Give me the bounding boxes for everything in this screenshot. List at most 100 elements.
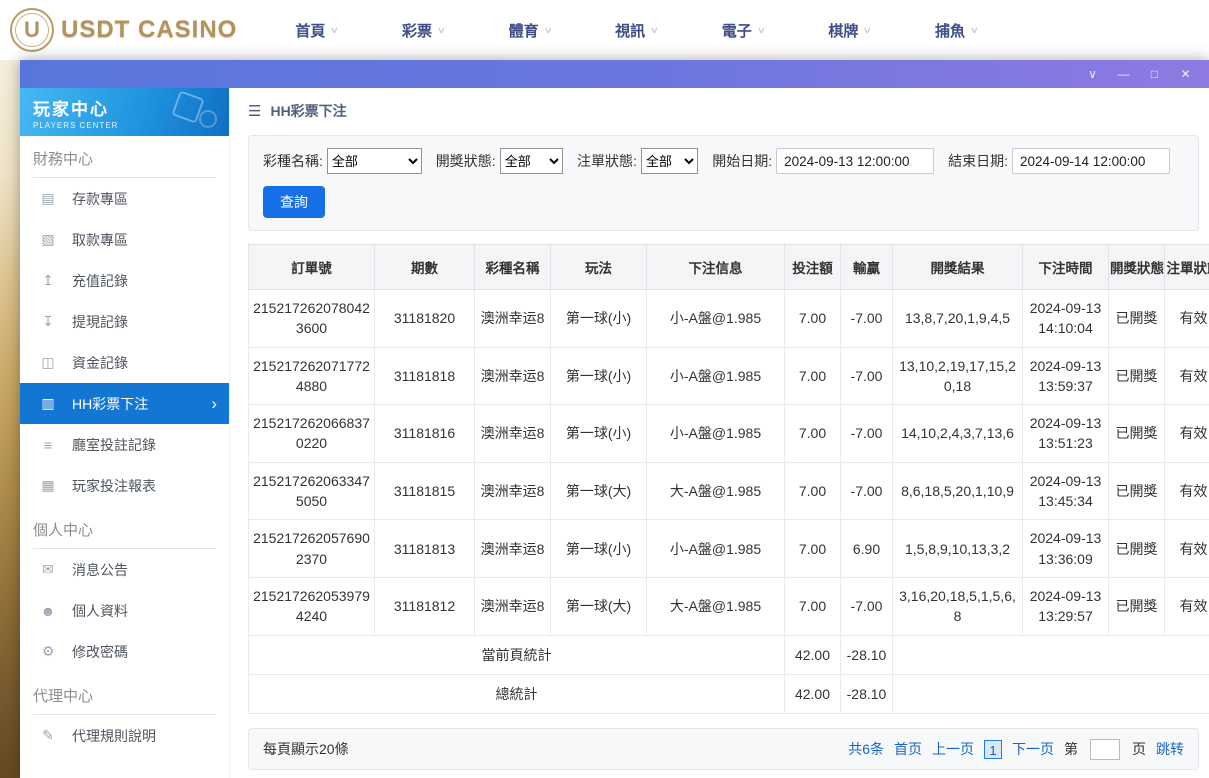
lottery-bet-icon: ▥ [39,395,57,412]
window-chevron-icon[interactable]: ∨ [1077,60,1108,88]
nav-item-label: 體育 [509,20,539,41]
window-maximize-icon[interactable]: □ [1139,60,1170,88]
pager: 共6条 首页 上一页 1 下一页 第 页 跳转 [848,739,1184,760]
cell-lottery-name: 澳洲幸运8 [475,405,551,463]
summary-row: 總統計42.00-28.10 [249,674,1209,713]
sidebar-item-label: 存款專區 [72,189,217,209]
jump-button[interactable]: 跳转 [1156,739,1184,759]
col-header-lottery-name: 彩種名稱 [475,245,551,290]
draw-status-label: 開獎狀態: [436,151,496,171]
cell-bet-info: 小-A盤@1.985 [647,290,785,348]
sidebar-item-bell[interactable]: ✉消息公告 [20,549,229,590]
cell-period: 31181816 [375,405,475,463]
cell-lottery-name: 澳洲幸运8 [475,290,551,348]
total-count: 共6条 [848,739,884,759]
next-page-link[interactable]: 下一页 [1012,739,1054,759]
summary-label: 當前頁統計 [249,635,785,674]
nav-item-5[interactable]: 電子∨ [722,20,765,41]
menu-icon[interactable]: ☰ [248,102,261,120]
col-header-draw-status: 開獎狀態 [1109,245,1165,290]
funds-record-icon: ◫ [39,354,57,371]
col-header-bet-info: 下注信息 [647,245,785,290]
sidebar-item-deposit[interactable]: ▤ 存款專區 [20,178,229,219]
jump-page-input[interactable] [1090,739,1120,760]
draw-status-select[interactable]: 全部 [500,148,563,174]
recharge-record-icon: ↥ [39,272,57,289]
sidebar: 玩家中心 PLAYERS CENTER 財務中心▤存款專區▧取款專區↥充值記錄↧… [20,88,230,778]
logo[interactable]: U USDT CASINO [10,8,237,52]
chevron-down-icon: ∨ [330,25,340,36]
end-date-input[interactable] [1012,148,1170,174]
page: U USDT CASINO 首頁∨彩票∨體育∨視訊∨電子∨棋牌∨捕魚∨ ∨ — … [0,0,1209,60]
window-close-icon[interactable]: ✕ [1170,60,1201,88]
deposit-icon: ▤ [39,190,57,207]
page-header: ☰ HH彩票下注 [230,88,1209,125]
end-date-label: 結束日期: [948,151,1008,171]
cell-period: 31181812 [375,577,475,635]
sidebar-item-document[interactable]: ✎代理規則說明 [20,715,229,756]
cell-lottery-name: 澳洲幸运8 [475,577,551,635]
sidebar-item-label: 修改密碼 [72,642,217,662]
cell-win-loss: -7.00 [841,577,893,635]
order-status-select[interactable]: 全部 [641,148,698,174]
table-body: 215217262078042360031181820澳洲幸运8第一球(小)小-… [249,290,1209,714]
window-titlebar: ∨ — □ ✕ [20,60,1209,88]
cell-bet-amount: 7.00 [785,577,841,635]
cell-order-id: 2152172620539794240 [249,577,375,635]
nav-item-4[interactable]: 視訊∨ [615,20,658,41]
summary-win-loss: -28.10 [841,674,893,713]
nav-item-3[interactable]: 體育∨ [509,20,552,41]
chevron-down-icon: ∨ [969,25,979,36]
cell-draw-result: 3,16,20,18,5,1,5,6,8 [893,577,1023,635]
start-date-label: 開始日期: [712,151,772,171]
cell-period: 31181818 [375,347,475,405]
cell-bet-info: 小-A盤@1.985 [647,405,785,463]
cell-period: 31181820 [375,290,475,348]
sidebar-item-gear[interactable]: ⚙ 修改密碼 [20,631,229,672]
nav-item-1[interactable]: 首頁∨ [295,20,338,41]
sidebar-item-recharge-record[interactable]: ↥充值記錄 [20,260,229,301]
start-date-input[interactable] [776,148,934,174]
cell-play-type: 第一球(小) [551,347,647,405]
nav-item-6[interactable]: 棋牌 ∨ [828,20,871,41]
col-header-order-id: 訂單號 [249,245,375,290]
nav-item-2[interactable]: 彩票∨ [402,20,445,41]
nav-item-7[interactable]: 捕魚∨ [935,20,978,41]
sidebar-item-label: 代理規則說明 [72,726,217,746]
search-button[interactable]: 查詢 [263,186,325,218]
nav-item-label: 棋牌 [828,20,858,41]
sidebar-subtitle: PLAYERS CENTER [33,121,229,130]
prev-page-link[interactable]: 上一页 [932,739,974,759]
cell-bet-time: 2024-09-13 13:59:37 [1023,347,1109,405]
gear-icon: ⚙ [39,643,57,660]
summary-label: 總統計 [249,674,785,713]
logo-text: USDT CASINO [61,16,237,44]
chevron-down-icon: ∨ [863,25,873,36]
first-page-link[interactable]: 首页 [894,739,922,759]
sidebar-item-label: 廳室投註記錄 [72,435,217,455]
cell-order-status: 有效 [1165,347,1209,405]
cell-bet-time: 2024-09-13 14:10:04 [1023,290,1109,348]
lottery-name-label: 彩種名稱: [263,151,323,171]
sidebar-item-lottery-bet[interactable]: ▥HH彩票下注› [20,383,229,424]
sidebar-item-withdraw-record[interactable]: ↧提現記錄 [20,301,229,342]
col-header-bet-amount: 投注額 [785,245,841,290]
cell-order-id: 2152172620576902370 [249,520,375,578]
sidebar-item-player-report[interactable]: ▦玩家投注報表 [20,465,229,506]
current-page[interactable]: 1 [984,740,1002,759]
filter-panel: 彩種名稱:全部開獎狀態:全部注單狀態:全部開始日期:結束日期: 查詢 [248,135,1199,231]
lottery-name-select[interactable]: 全部 [327,148,422,174]
background-art [0,60,20,778]
window-minimize-icon[interactable]: — [1108,60,1139,88]
sidebar-item-funds-record[interactable]: ◫資金記錄 [20,342,229,383]
sidebar-item-user[interactable]: ☻個人資料 [20,590,229,631]
withdraw-icon: ▧ [39,231,57,248]
cell-bet-amount: 7.00 [785,347,841,405]
chevron-down-icon: ∨ [436,25,446,36]
cell-win-loss: 6.90 [841,520,893,578]
col-header-order-status: 注單狀態 [1165,245,1209,290]
sidebar-item-hall-bet-record[interactable]: ≡廳室投註記錄 [20,424,229,465]
sidebar-item-withdraw[interactable]: ▧取款專區 [20,219,229,260]
cell-draw-result: 13,8,7,20,1,9,4,5 [893,290,1023,348]
cell-order-status: 有效 [1165,405,1209,463]
